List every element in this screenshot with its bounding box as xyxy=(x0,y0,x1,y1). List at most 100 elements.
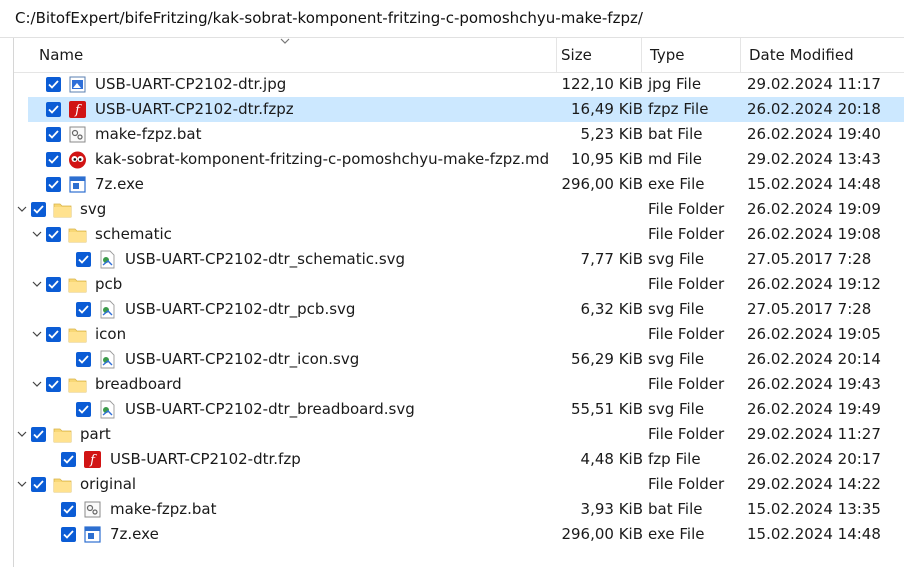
chevron-down-icon[interactable] xyxy=(17,429,27,439)
row-checkbox[interactable] xyxy=(31,427,46,442)
exe-file-icon xyxy=(84,526,101,543)
file-name: icon xyxy=(95,325,127,343)
checkmark-icon xyxy=(78,405,89,414)
row-checkbox[interactable] xyxy=(61,452,76,467)
folder-row[interactable]: pcb File Folder 26.02.2024 19:12 xyxy=(14,272,904,297)
folder-row[interactable]: original File Folder 29.02.2024 14:22 xyxy=(14,472,904,497)
date-modified: 26.02.2024 19:09 xyxy=(747,200,881,218)
folder-row[interactable]: schematic File Folder 26.02.2024 19:08 xyxy=(14,222,904,247)
file-name: make-fzpz.bat xyxy=(95,125,202,143)
file-row[interactable]: USB-UART-CP2102-dtr_breadboard.svg 55,51 … xyxy=(14,397,904,422)
path-bar[interactable]: C:/BitofExpert/bifeFritzing/kak-sobrat-k… xyxy=(0,0,904,38)
folder-row[interactable]: part File Folder 29.02.2024 11:27 xyxy=(14,422,904,447)
file-row[interactable]: USB-UART-CP2102-dtr.jpg 122,10 KiB jpg Fil… xyxy=(14,72,904,97)
file-type: exe File xyxy=(648,175,705,193)
file-type: File Folder xyxy=(648,475,725,493)
path-text: C:/BitofExpert/bifeFritzing/kak-sobrat-k… xyxy=(15,9,643,27)
chevron-down-icon[interactable] xyxy=(32,229,42,239)
file-name: USB-UART-CP2102-dtr_breadboard.svg xyxy=(125,400,415,418)
file-row[interactable]: USB-UART-CP2102-dtr_schematic.svg 7,77 Ki… xyxy=(14,247,904,272)
row-checkbox[interactable] xyxy=(76,252,91,267)
checkmark-icon xyxy=(48,380,59,389)
file-row[interactable]: USB-UART-CP2102-dtr_pcb.svg 6,32 KiB svg F… xyxy=(14,297,904,322)
chevron-down-icon[interactable] xyxy=(17,204,27,214)
file-row[interactable]: make-fzpz.bat 3,93 KiB bat File 15.02.2024 … xyxy=(14,497,904,522)
file-row[interactable]: USB-UART-CP2102-dtr_icon.svg 56,29 KiB svg… xyxy=(14,347,904,372)
checkmark-icon xyxy=(78,355,89,364)
file-type: File Folder xyxy=(648,225,725,243)
file-name: 7z.exe xyxy=(95,175,144,193)
row-checkbox[interactable] xyxy=(46,152,61,167)
checkmark-icon xyxy=(48,330,59,339)
column-size-header[interactable]: Size xyxy=(551,38,641,72)
file-name: schematic xyxy=(95,225,172,243)
date-modified: 29.02.2024 14:22 xyxy=(747,475,881,493)
svg-file-icon xyxy=(100,250,115,269)
checkmark-icon xyxy=(78,305,89,314)
file-name: svg xyxy=(80,200,107,218)
file-row[interactable]: f USB-UART-CP2102-dtr.fzp 4,48 KiB fzp File… xyxy=(14,447,904,472)
row-checkbox[interactable] xyxy=(76,402,91,417)
row-checkbox[interactable] xyxy=(76,352,91,367)
date-modified: 26.02.2024 19:12 xyxy=(747,275,881,293)
file-row[interactable]: 7z.exe 296,00 KiB exe File 15.02.2024 14:48 xyxy=(14,172,904,197)
row-checkbox[interactable] xyxy=(61,502,76,517)
row-checkbox[interactable] xyxy=(46,127,61,142)
row-checkbox[interactable] xyxy=(46,227,61,242)
folder-icon xyxy=(68,228,87,243)
file-type: File Folder xyxy=(648,425,725,443)
chevron-down-icon[interactable] xyxy=(32,329,42,339)
file-name: 7z.exe xyxy=(110,525,159,543)
row-checkbox[interactable] xyxy=(46,177,61,192)
row-checkbox[interactable] xyxy=(46,102,61,117)
row-checkbox[interactable] xyxy=(46,77,61,92)
column-type-header[interactable]: Type xyxy=(640,38,740,72)
date-modified: 15.02.2024 14:48 xyxy=(747,525,881,543)
column-date-header[interactable]: Date Modified xyxy=(739,38,904,72)
date-modified: 26.02.2024 19:43 xyxy=(747,375,881,393)
date-modified: 29.02.2024 11:27 xyxy=(747,425,881,443)
file-row[interactable]: make-fzpz.bat 5,23 KiB bat File 26.02.2024 … xyxy=(14,122,904,147)
date-modified: 15.02.2024 14:48 xyxy=(747,175,881,193)
folder-row[interactable]: breadboard File Folder 26.02.2024 19:43 xyxy=(14,372,904,397)
file-type: svg File xyxy=(648,400,705,418)
checkmark-icon xyxy=(33,480,44,489)
row-checkbox[interactable] xyxy=(76,302,91,317)
chevron-down-icon[interactable] xyxy=(32,279,42,289)
folder-row[interactable]: svg File Folder 26.02.2024 19:09 xyxy=(14,197,904,222)
file-type: fzp File xyxy=(648,450,701,468)
file-type: bat File xyxy=(648,500,703,518)
date-modified: 26.02.2024 19:08 xyxy=(747,225,881,243)
file-name: USB-UART-CP2102-dtr_schematic.svg xyxy=(125,250,406,268)
row-checkbox[interactable] xyxy=(31,202,46,217)
fritzing-file-icon: f xyxy=(69,101,86,118)
row-checkbox[interactable] xyxy=(31,477,46,492)
row-checkbox[interactable] xyxy=(46,377,61,392)
file-row[interactable]: f USB-UART-CP2102-dtr.fzpz 16,49 KiB fzpz F… xyxy=(14,97,904,122)
column-name-header[interactable]: Name xyxy=(29,38,556,72)
row-checkbox[interactable] xyxy=(46,327,61,342)
svg-file-icon xyxy=(100,350,115,369)
file-size: 7,77 KiB xyxy=(580,250,643,268)
file-size: 5,23 KiB xyxy=(580,125,643,143)
chevron-down-icon[interactable] xyxy=(17,479,27,489)
file-type: svg File xyxy=(648,250,705,268)
file-type: File Folder xyxy=(648,200,725,218)
file-row[interactable]: kak-sobrat-komponent-fritzing-c-pomoshch… xyxy=(14,147,904,172)
batch-file-icon xyxy=(69,126,86,143)
date-modified: 26.02.2024 20:17 xyxy=(747,450,881,468)
svg-file-icon xyxy=(100,300,115,319)
column-header: Name Size Type Date Modified xyxy=(14,38,904,73)
file-tree-panel: Name Size Type Date Modified USB-UART-CP… xyxy=(13,38,904,567)
file-row[interactable]: 7z.exe 296,00 KiB exe File 15.02.2024 14:48 xyxy=(14,522,904,547)
checkmark-icon xyxy=(48,230,59,239)
checkmark-icon xyxy=(33,430,44,439)
file-size: 122,10 KiB xyxy=(561,75,643,93)
file-size: 10,95 KiB xyxy=(570,150,643,168)
chevron-down-icon[interactable] xyxy=(32,379,42,389)
file-name: part xyxy=(80,425,111,443)
row-checkbox[interactable] xyxy=(61,527,76,542)
folder-row[interactable]: icon File Folder 26.02.2024 19:05 xyxy=(14,322,904,347)
file-type: md File xyxy=(648,150,703,168)
row-checkbox[interactable] xyxy=(46,277,61,292)
